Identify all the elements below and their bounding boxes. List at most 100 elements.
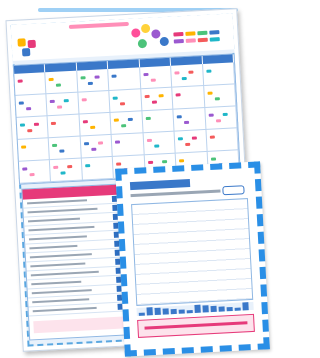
event-chip	[177, 137, 184, 141]
zoom-bar	[210, 305, 217, 313]
event-chip	[22, 167, 28, 171]
day-cell	[79, 112, 112, 137]
event-chip	[144, 94, 150, 99]
day-cell	[139, 65, 173, 90]
zoom-bar	[170, 308, 177, 315]
day-cell	[46, 92, 80, 117]
event-chip	[153, 144, 160, 148]
event-chip	[81, 98, 87, 102]
day-cell	[15, 94, 48, 118]
zoom-bar	[202, 305, 209, 313]
day-cell	[206, 128, 239, 152]
day-cell	[45, 70, 79, 95]
event-chip	[111, 74, 117, 78]
event-chip	[115, 140, 121, 144]
zoom-bar	[146, 307, 153, 316]
day-cell	[18, 160, 52, 184]
event-chip	[94, 75, 100, 79]
event-chip	[176, 115, 182, 119]
zoom-bar	[154, 307, 161, 316]
event-chip	[29, 172, 35, 177]
day-cell	[171, 64, 204, 88]
day-cell	[203, 84, 237, 108]
event-chip	[222, 112, 228, 117]
zoom-bar	[218, 306, 225, 312]
event-chip	[209, 135, 215, 139]
event-chip	[145, 116, 151, 121]
day-cell	[17, 138, 51, 162]
event-chip	[120, 102, 126, 106]
event-chip	[215, 119, 221, 123]
event-chip	[50, 99, 56, 104]
zoom-bar	[178, 309, 185, 314]
calendar-legend	[173, 30, 230, 49]
list-rows	[22, 194, 133, 317]
event-chip	[150, 78, 156, 82]
event-chip	[114, 118, 120, 122]
event-chip	[174, 71, 180, 75]
printed-calendar-photo	[0, 0, 276, 358]
day-cell	[14, 72, 47, 96]
event-chip	[210, 157, 216, 161]
event-chip	[214, 97, 220, 101]
event-chip	[161, 160, 167, 164]
event-chip	[57, 105, 63, 109]
zoom-panel-button	[222, 185, 245, 196]
event-chip	[27, 129, 33, 133]
day-cell	[143, 131, 176, 156]
event-chip	[21, 145, 27, 149]
event-chip	[191, 136, 198, 140]
zoom-bar	[162, 308, 169, 315]
event-chip	[146, 138, 152, 143]
event-chip	[91, 147, 97, 151]
event-chip	[19, 123, 26, 127]
event-chip	[52, 143, 58, 148]
event-chip	[184, 120, 190, 125]
event-chip	[33, 122, 40, 126]
event-chip	[60, 171, 67, 175]
zoom-panel-header	[129, 179, 191, 191]
event-chip	[208, 113, 214, 117]
day-cell	[202, 62, 236, 87]
day-cell	[80, 134, 114, 159]
day-cell	[174, 129, 208, 154]
event-chip	[207, 91, 213, 95]
event-chip	[26, 107, 32, 111]
day-cell	[16, 116, 50, 140]
day-cell	[109, 89, 143, 113]
event-chip	[158, 94, 164, 98]
event-chip	[83, 142, 89, 146]
event-chip	[48, 77, 55, 82]
day-cell	[110, 111, 144, 135]
event-chip	[82, 120, 88, 124]
event-chip	[84, 164, 91, 168]
day-cell	[47, 114, 81, 139]
event-chip	[181, 76, 187, 81]
list-panel-footer	[33, 316, 130, 334]
day-cell	[172, 86, 205, 110]
event-chip	[151, 100, 157, 104]
event-chip	[59, 149, 65, 153]
day-cell	[77, 68, 110, 93]
event-chip	[179, 159, 185, 163]
zoom-panel-lined-box	[131, 198, 254, 307]
day-cell	[81, 156, 115, 181]
zoom-bar	[242, 302, 249, 311]
zoom-bar	[186, 310, 193, 314]
event-chip	[147, 160, 153, 165]
flower-decoration-icon	[131, 23, 172, 51]
event-chip	[116, 162, 122, 166]
event-chip	[205, 69, 212, 73]
day-cell	[108, 67, 141, 91]
event-chip	[175, 93, 181, 97]
event-chip	[56, 83, 62, 87]
day-cell	[49, 136, 82, 161]
event-chip	[128, 117, 134, 122]
zoom-panel-footer	[137, 313, 255, 338]
event-chip	[89, 125, 96, 130]
zoom-bar	[226, 306, 233, 312]
event-chip	[67, 164, 73, 169]
day-cell	[78, 90, 111, 115]
event-chip	[53, 165, 59, 169]
event-chip	[64, 99, 70, 103]
